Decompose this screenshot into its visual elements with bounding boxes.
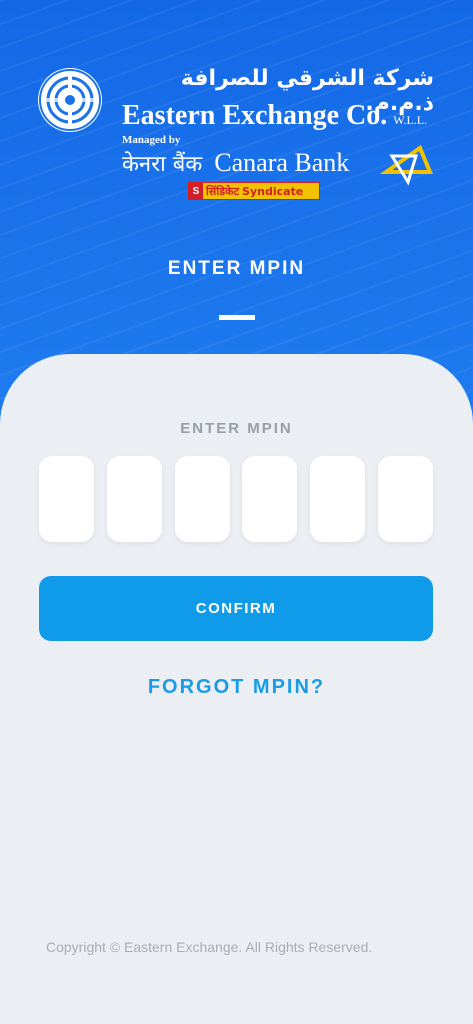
syndicate-bank-badge: S सिंडिकेट Syndicate <box>188 182 320 200</box>
syndicate-hindi-name: सिंडिकेट <box>206 184 240 198</box>
canara-hindi-name: केनरा बैंक <box>122 152 203 177</box>
brand-logo-block: شركة الشرقي للصرافة ذ.م.م. Eastern Excha… <box>38 66 438 206</box>
syndicate-logo-icon: S <box>189 183 203 199</box>
mpin-digit-5[interactable] <box>310 456 366 542</box>
title-underline <box>219 315 255 320</box>
mpin-label: ENTER MPIN <box>180 420 293 437</box>
managed-by-label: Managed by <box>122 134 181 146</box>
canara-bank-row: केनरा बैंक Canara Bank <box>122 144 440 186</box>
company-suffix: W.L.L. <box>393 113 428 127</box>
mpin-digit-1[interactable] <box>39 456 94 542</box>
mpin-digit-2[interactable] <box>106 456 162 542</box>
confirm-button[interactable]: CONFIRM <box>39 576 433 641</box>
forgot-mpin-link[interactable]: FORGOT MPIN? <box>0 676 473 699</box>
company-name: Eastern Exchange Co. W.L.L. <box>122 100 427 132</box>
page-title: ENTER MPIN <box>167 258 306 279</box>
eastern-exchange-logo-icon <box>38 68 102 132</box>
copyright-text: Copyright © Eastern Exchange. All Rights… <box>46 939 373 955</box>
mpin-digit-4[interactable] <box>242 456 298 542</box>
mpin-digit-6[interactable] <box>377 456 433 542</box>
syndicate-english-name: Syndicate <box>242 184 304 198</box>
canara-english-name: Canara Bank <box>214 148 350 177</box>
company-name-text: Eastern Exchange Co. <box>122 100 388 131</box>
canara-bank-logo-icon <box>380 144 433 186</box>
mpin-digit-3[interactable] <box>174 456 230 542</box>
mpin-input-group <box>39 456 433 542</box>
